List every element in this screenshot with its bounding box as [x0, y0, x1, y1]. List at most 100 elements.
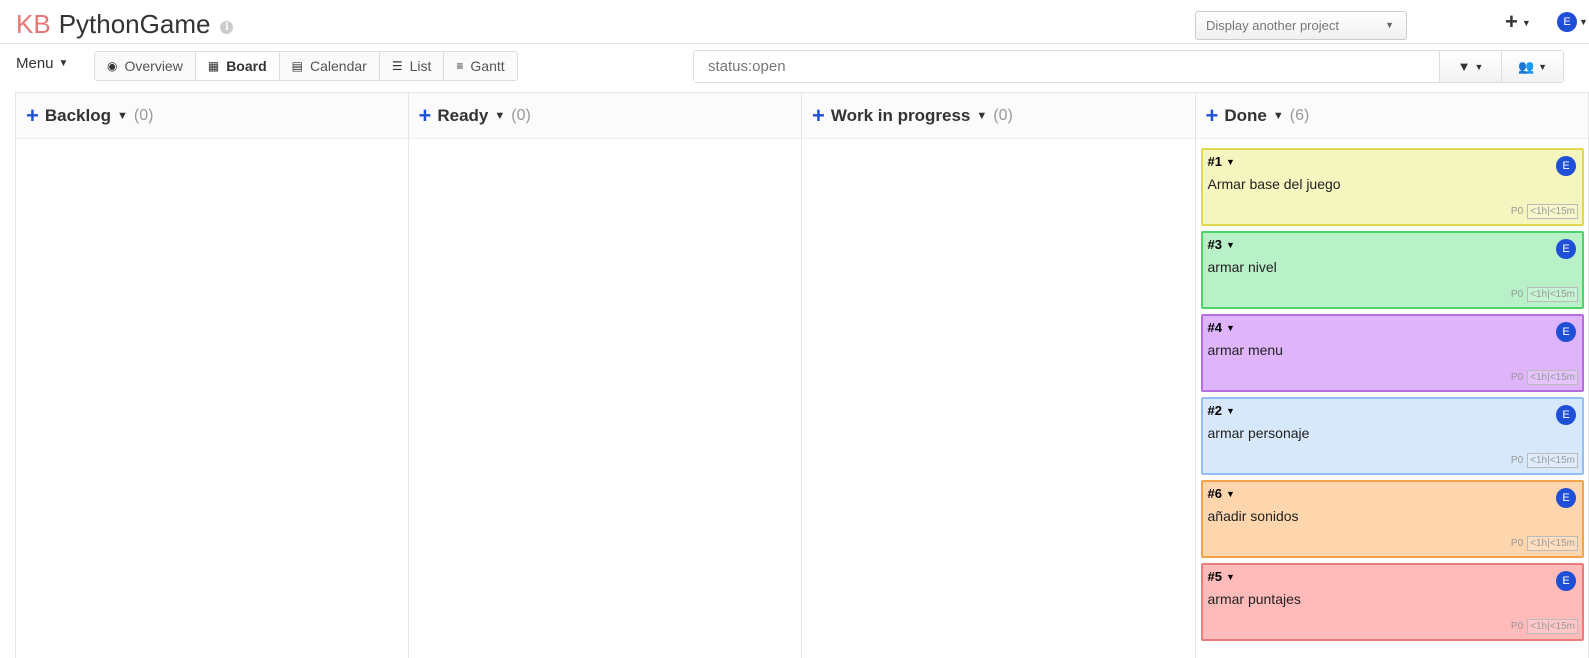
column-header: + Ready ▼ (0)	[408, 93, 801, 139]
caret-down-icon: ▼	[1225, 156, 1235, 167]
view-label: Calendar	[309, 58, 367, 74]
priority-badge: P0	[1510, 621, 1524, 632]
caret-down-icon: ▼	[1579, 17, 1588, 27]
column-title[interactable]: Work in progress	[831, 106, 971, 126]
task-title[interactable]: Armar base del juego	[1208, 176, 1578, 192]
time-estimate: <1h|<15m	[1527, 453, 1578, 468]
grid-icon: ▦	[207, 59, 220, 73]
task-id-menu[interactable]: #1 ▼	[1208, 154, 1578, 169]
priority-badge: P0	[1510, 538, 1524, 549]
priority-badge: P0	[1510, 372, 1524, 383]
caret-down-icon: ▼	[1538, 61, 1548, 72]
view-label: List	[409, 58, 432, 74]
task-id: #3	[1207, 237, 1222, 252]
chevron-down-icon: ▼	[1385, 20, 1394, 30]
info-icon[interactable]: i	[220, 20, 234, 34]
column-backlog: + Backlog ▼ (0)	[15, 93, 409, 658]
add-task-icon[interactable]: +	[419, 103, 432, 129]
column-count: (6)	[1289, 106, 1310, 124]
eye-icon: ◉	[107, 59, 118, 73]
task-id: #1	[1207, 154, 1222, 169]
add-task-icon[interactable]: +	[1206, 103, 1219, 129]
task-meta: P0 <1h|<15m	[1511, 204, 1578, 219]
time-estimate: <1h|<15m	[1527, 619, 1578, 634]
column-count: (0)	[511, 106, 531, 124]
kb-logo[interactable]: KB	[16, 9, 51, 39]
caret-down-icon: ▼	[1225, 322, 1235, 333]
column-header: + Work in progress ▼ (0)	[802, 93, 1195, 139]
task-card[interactable]: #2 ▼ armar personaje E P0 <1h|<15m	[1200, 397, 1584, 475]
filter-button[interactable]: ▼ ▼	[1439, 51, 1501, 82]
task-card[interactable]: #3 ▼ armar nivel E P0 <1h|<15m	[1200, 231, 1584, 309]
priority-badge: P0	[1510, 289, 1524, 300]
task-meta: P0 <1h|<15m	[1511, 370, 1578, 385]
view-label: Gantt	[470, 58, 505, 74]
task-id: #4	[1207, 320, 1222, 335]
task-id: #6	[1207, 486, 1222, 501]
task-card[interactable]: #5 ▼ armar puntajes E P0 <1h|<15m	[1200, 563, 1584, 641]
avatar: E	[1557, 12, 1577, 32]
column-title[interactable]: Ready	[437, 106, 488, 126]
task-title[interactable]: armar personaje	[1208, 425, 1578, 441]
caret-down-icon: ▼	[1474, 61, 1484, 72]
new-item-menu[interactable]: + ▼	[1505, 9, 1531, 35]
user-menu[interactable]: E ▼	[1557, 12, 1588, 32]
column-header: + Done ▼ (6)	[1195, 93, 1588, 139]
column-done: + Done ▼ (6) #1 ▼ Armar base del juego E …	[1195, 93, 1589, 658]
view-gantt[interactable]: ≡ Gantt	[444, 52, 517, 80]
task-card[interactable]: #6 ▼ añadir sonidos E P0 <1h|<15m	[1200, 480, 1584, 558]
task-id: #5	[1207, 569, 1222, 584]
caret-down-icon: ▼	[1225, 405, 1235, 416]
task-title[interactable]: añadir sonidos	[1208, 508, 1578, 524]
view-calendar[interactable]: ▤ Calendar	[279, 52, 380, 80]
task-title[interactable]: armar puntajes	[1208, 591, 1578, 607]
view-switcher: ◉ Overview ▦ Board ▤ Calendar ☰ List ≡ G…	[94, 51, 518, 81]
task-meta: P0 <1h|<15m	[1511, 619, 1578, 634]
column-header: + Backlog ▼ (0)	[16, 93, 408, 139]
task-card[interactable]: #4 ▼ armar menu E P0 <1h|<15m	[1200, 314, 1584, 392]
view-overview[interactable]: ◉ Overview	[95, 52, 196, 80]
task-title[interactable]: armar menu	[1208, 342, 1578, 358]
priority-badge: P0	[1510, 455, 1524, 466]
task-card[interactable]: #1 ▼ Armar base del juego E P0 <1h|<15m	[1200, 148, 1584, 226]
task-title[interactable]: armar nivel	[1208, 259, 1578, 275]
task-id-menu[interactable]: #5 ▼	[1208, 569, 1578, 584]
task-id-menu[interactable]: #4 ▼	[1208, 320, 1578, 335]
caret-down-icon[interactable]: ▼	[117, 110, 128, 122]
caret-down-icon[interactable]: ▼	[1273, 110, 1284, 122]
view-board[interactable]: ▦ Board	[195, 52, 280, 80]
menu-label: Menu	[16, 55, 54, 72]
search-input[interactable]	[694, 51, 1439, 82]
task-id-menu[interactable]: #2 ▼	[1208, 403, 1578, 418]
task-meta: P0 <1h|<15m	[1511, 287, 1578, 302]
avatar: E	[1556, 571, 1576, 591]
caret-down-icon: ▼	[1225, 571, 1235, 582]
avatar: E	[1556, 405, 1576, 425]
column-title[interactable]: Backlog	[45, 106, 111, 126]
time-estimate: <1h|<15m	[1527, 370, 1578, 385]
time-estimate: <1h|<15m	[1527, 287, 1578, 302]
priority-badge: P0	[1510, 206, 1524, 217]
menu-dropdown[interactable]: Menu ▼	[16, 55, 68, 72]
list-icon: ☰	[391, 59, 403, 73]
caret-down-icon: ▼	[58, 58, 69, 69]
add-task-icon[interactable]: +	[26, 103, 39, 129]
caret-down-icon[interactable]: ▼	[494, 110, 505, 122]
time-estimate: <1h|<15m	[1527, 204, 1578, 219]
task-id-menu[interactable]: #6 ▼	[1208, 486, 1578, 501]
sliders-icon: ≡	[456, 59, 464, 73]
kanban-board: + Backlog ▼ (0) + Ready ▼ (0) + Work in …	[15, 92, 1589, 658]
time-estimate: <1h|<15m	[1527, 536, 1578, 551]
funnel-icon: ▼	[1457, 59, 1471, 74]
avatar: E	[1556, 156, 1576, 176]
add-task-icon[interactable]: +	[812, 103, 825, 129]
users-filter-button[interactable]: 👥 ▼	[1501, 51, 1563, 82]
avatar: E	[1556, 322, 1576, 342]
caret-down-icon[interactable]: ▼	[976, 110, 987, 122]
task-id-menu[interactable]: #3 ▼	[1208, 237, 1578, 252]
display-another-project-select[interactable]: Display another project ▼	[1195, 11, 1407, 40]
column-title[interactable]: Done	[1224, 106, 1267, 126]
view-list[interactable]: ☰ List	[379, 52, 445, 80]
task-list: #1 ▼ Armar base del juego E P0 <1h|<15m #3…	[1196, 139, 1589, 641]
avatar: E	[1556, 239, 1576, 259]
